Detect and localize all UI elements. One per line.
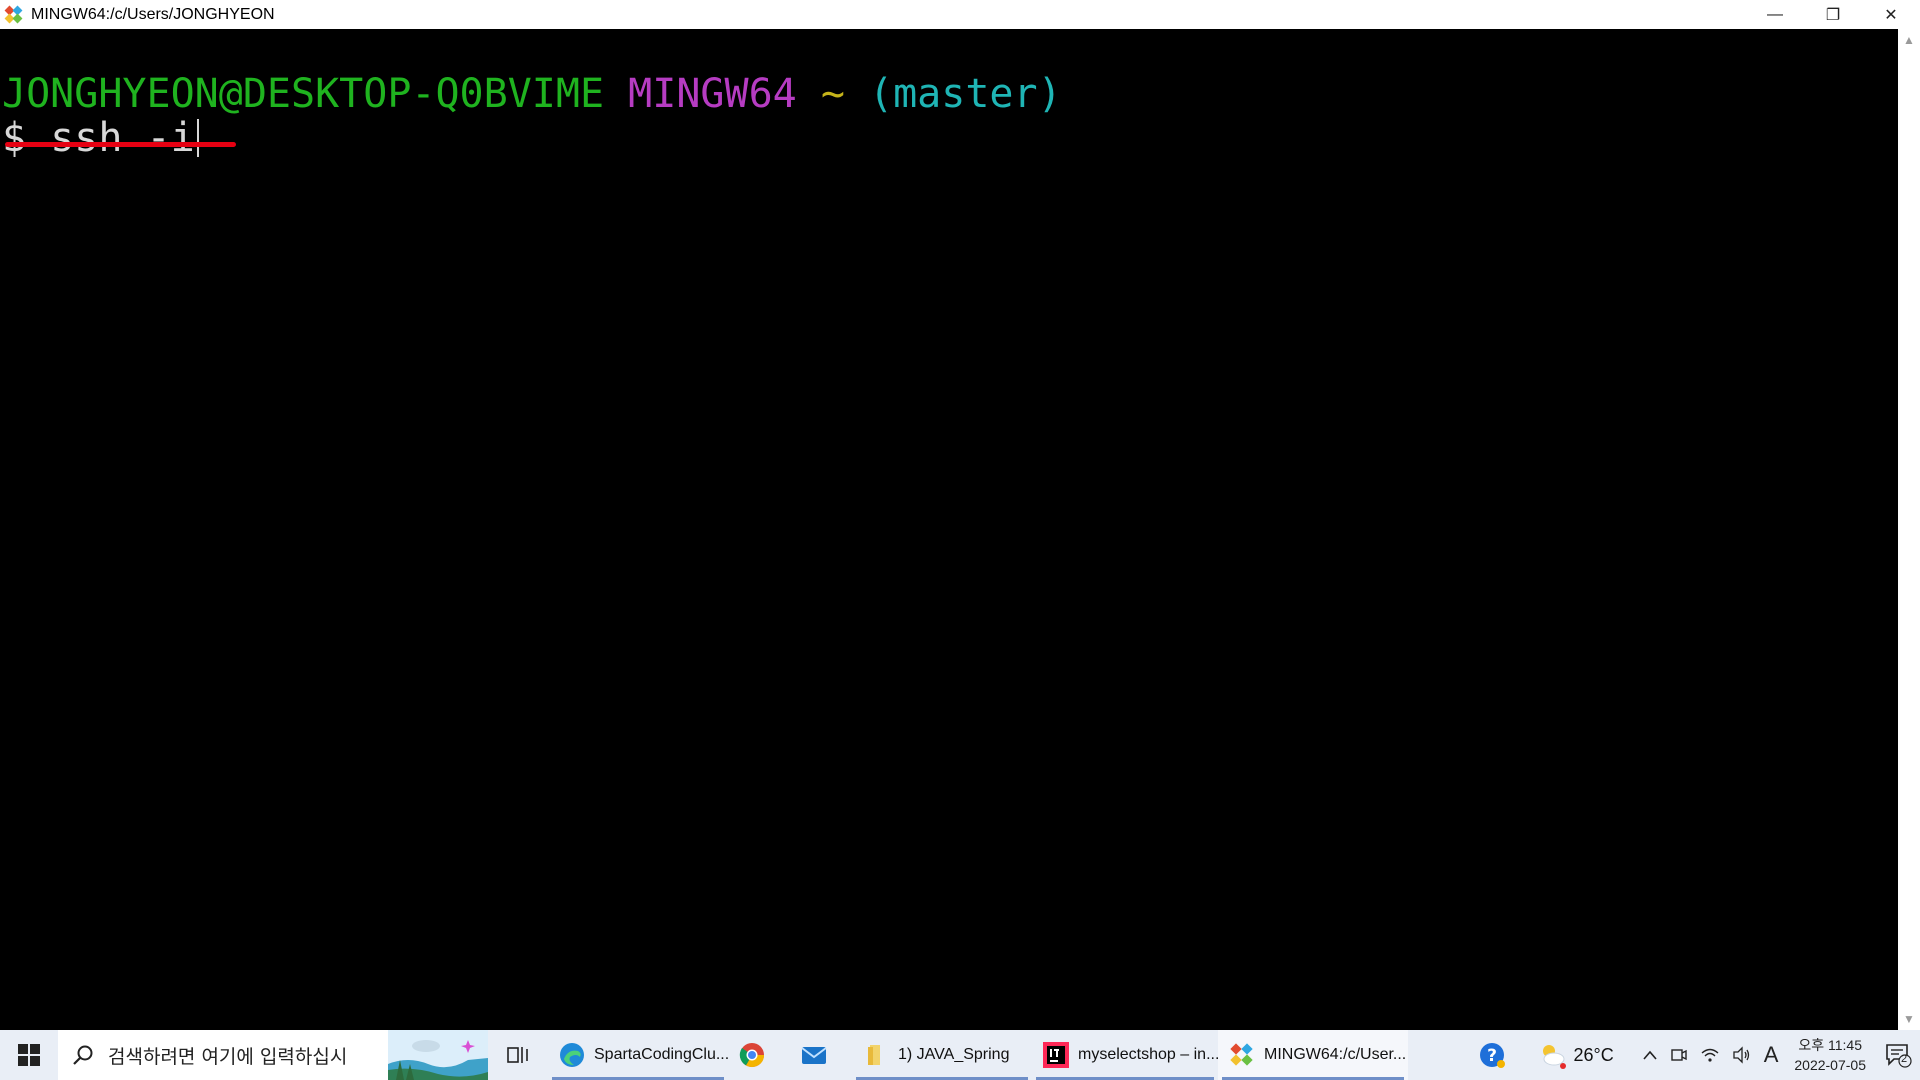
search-highlight-art	[388, 1030, 488, 1080]
prompt-symbol: $	[2, 115, 27, 161]
terminal-scrollbar[interactable]: ▲ ▼	[1898, 29, 1920, 1030]
weather-partly-cloudy-icon	[1543, 1045, 1567, 1069]
close-button[interactable]: ✕	[1862, 0, 1920, 29]
volume-button[interactable]	[1732, 1030, 1752, 1080]
show-hidden-icons-button[interactable]	[1642, 1030, 1658, 1080]
taskbar: 검색하려면 여기에 입력하십시 SpartaCodingClu... 1) JA…	[0, 1030, 1920, 1080]
window-title-bar[interactable]: MINGW64:/c/Users/JONGHYEON — ❐ ✕	[0, 0, 1920, 29]
taskbar-search-box[interactable]: 검색하려면 여기에 입력하십시	[58, 1030, 488, 1080]
prompt-user-host: JONGHYEON@DESKTOP-Q0BVIME	[2, 71, 605, 117]
taskbar-item-chrome[interactable]	[728, 1030, 790, 1080]
svg-text:?: ?	[1488, 1046, 1498, 1066]
search-icon	[72, 1044, 94, 1066]
window-title: MINGW64:/c/Users/JONGHYEON	[31, 5, 275, 23]
folder-icon	[862, 1041, 890, 1069]
taskbar-item-label: SpartaCodingClu...	[594, 1046, 730, 1063]
minimize-button[interactable]: —	[1746, 0, 1804, 29]
taskbar-item-label: MINGW64:/c/User...	[1264, 1046, 1407, 1063]
scroll-up-icon[interactable]: ▲	[1898, 33, 1920, 47]
scroll-down-icon[interactable]: ▼	[1898, 1012, 1920, 1026]
taskbar-item-mail[interactable]	[790, 1030, 852, 1080]
task-view-button[interactable]	[488, 1030, 548, 1080]
start-button[interactable]	[0, 1030, 58, 1080]
annotation-underline	[5, 142, 236, 147]
prompt-shell: MINGW64	[628, 71, 797, 117]
notification-center-button[interactable]: 2	[1876, 1030, 1920, 1080]
intellij-icon	[1042, 1041, 1070, 1069]
command-input[interactable]: ssh -i	[50, 115, 195, 161]
input-mode-indicator[interactable]: A	[1764, 1030, 1779, 1080]
meet-now-button[interactable]	[1670, 1030, 1688, 1080]
windows-logo-icon	[18, 1044, 40, 1066]
chevron-up-icon	[1643, 1050, 1657, 1060]
taskbar-item-label: myselectshop – in...	[1078, 1046, 1220, 1063]
help-tray-button[interactable]: ?	[1477, 1030, 1507, 1080]
taskbar-item-folder[interactable]: 1) JAVA_Spring	[852, 1030, 1032, 1080]
prompt-cwd: ~	[820, 71, 845, 117]
clock-date: 2022-07-05	[1794, 1057, 1866, 1073]
edge-icon	[558, 1041, 586, 1069]
task-view-icon	[507, 1047, 528, 1063]
window-controls: — ❐ ✕	[1746, 0, 1920, 29]
help-icon: ?	[1480, 1043, 1506, 1068]
weather-temperature: 26°C	[1573, 1044, 1614, 1065]
speaker-icon	[1733, 1046, 1749, 1064]
command-line[interactable]: $ ssh -i	[2, 116, 199, 160]
weather-widget[interactable]: 26°C	[1537, 1030, 1614, 1080]
taskbar-item-edge[interactable]: SpartaCodingClu...	[548, 1030, 730, 1080]
taskbar-item-intellij[interactable]: myselectshop – in...	[1032, 1030, 1220, 1080]
chrome-icon	[738, 1041, 766, 1069]
git-bash-icon	[1228, 1041, 1256, 1069]
mail-icon	[800, 1041, 828, 1069]
terminal-area[interactable]: JONGHYEON@DESKTOP-Q0BVIME MINGW64 ~ (mas…	[0, 29, 1898, 1030]
git-bash-icon	[3, 4, 25, 26]
notification-icon	[1886, 1044, 1912, 1068]
restore-button[interactable]: ❐	[1804, 0, 1862, 29]
camera-icon	[1670, 1049, 1687, 1061]
prompt-branch: (master)	[869, 71, 1062, 117]
prompt-line: JONGHYEON@DESKTOP-Q0BVIME MINGW64 ~ (mas…	[2, 72, 1062, 116]
wifi-icon	[1701, 1048, 1719, 1062]
taskbar-item-label: 1) JAVA_Spring	[898, 1046, 1010, 1063]
text-cursor	[196, 119, 199, 157]
taskbar-item-git-bash[interactable]: MINGW64:/c/User...	[1218, 1030, 1408, 1080]
clock-time: 오후 11:45	[1798, 1037, 1863, 1053]
network-button[interactable]	[1700, 1030, 1720, 1080]
system-tray: ? 26°C A 오후 11:45 2022-07-05 2	[1471, 1030, 1920, 1080]
notification-count-badge: 2	[1901, 1053, 1908, 1065]
taskbar-clock[interactable]: 오후 11:45 2022-07-05	[1794, 1035, 1866, 1075]
search-placeholder: 검색하려면 여기에 입력하십시	[108, 1045, 348, 1068]
